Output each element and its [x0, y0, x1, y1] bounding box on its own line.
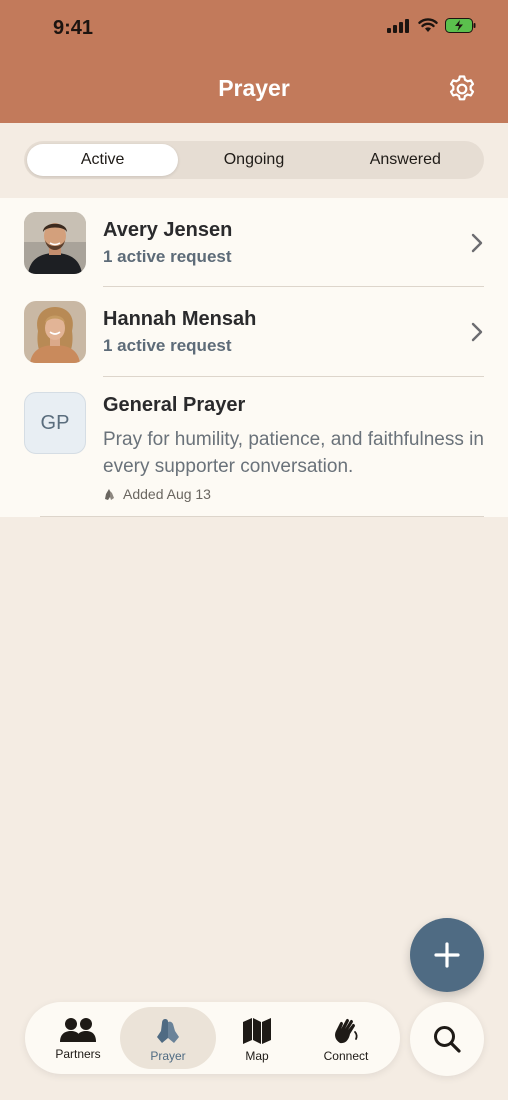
tab-label: Prayer — [150, 1049, 186, 1063]
general-prayer-badge: GP — [24, 392, 86, 454]
status-time: 9:41 — [53, 17, 94, 39]
divider — [40, 516, 484, 517]
signal-icon — [387, 18, 409, 33]
status-segmented-control: Active Ongoing Answered — [24, 141, 484, 179]
general-prayer-meta: Added Aug 13 — [103, 486, 211, 502]
tab-prayer[interactable]: Prayer — [120, 1007, 216, 1069]
prayer-list: Avery Jensen 1 active request Hannah Men… — [0, 198, 508, 517]
settings-button[interactable] — [447, 74, 477, 104]
segment-ongoing[interactable]: Ongoing — [178, 144, 329, 176]
battery-icon — [445, 18, 476, 33]
add-request-button[interactable] — [410, 918, 484, 992]
segment-active[interactable]: Active — [27, 144, 179, 176]
segment-answered[interactable]: Answered — [330, 144, 481, 176]
search-icon — [434, 1026, 461, 1053]
waving-hand-icon — [335, 1018, 358, 1044]
status-icons — [387, 18, 476, 33]
praying-hands-icon — [157, 1019, 179, 1043]
header-bar: 9:41 Prayer — [0, 0, 508, 123]
plus-icon — [434, 942, 460, 968]
people-icon — [60, 1018, 96, 1042]
added-date: Added Aug 13 — [123, 486, 211, 502]
tab-label: Partners — [55, 1047, 101, 1061]
general-prayer-description: Pray for humility, patience, and faithfu… — [103, 429, 484, 477]
gear-icon — [449, 75, 475, 101]
wifi-icon — [418, 18, 438, 32]
tab-partners[interactable]: Partners — [30, 1007, 126, 1069]
page-title: Prayer — [218, 75, 290, 101]
tab-label: Map — [245, 1049, 269, 1063]
tab-map[interactable]: Map — [209, 1007, 305, 1069]
search-button[interactable] — [410, 1002, 484, 1076]
general-prayer-title: General Prayer — [103, 394, 246, 416]
tab-label: Connect — [323, 1049, 369, 1063]
tab-connect[interactable]: Connect — [298, 1007, 394, 1069]
tab-bar: Partners Prayer Map Connect — [25, 1002, 400, 1074]
general-prayer-row[interactable]: GP General Prayer Pray for humility, pat… — [0, 198, 508, 517]
praying-hands-icon — [105, 488, 114, 500]
map-icon — [243, 1018, 271, 1044]
